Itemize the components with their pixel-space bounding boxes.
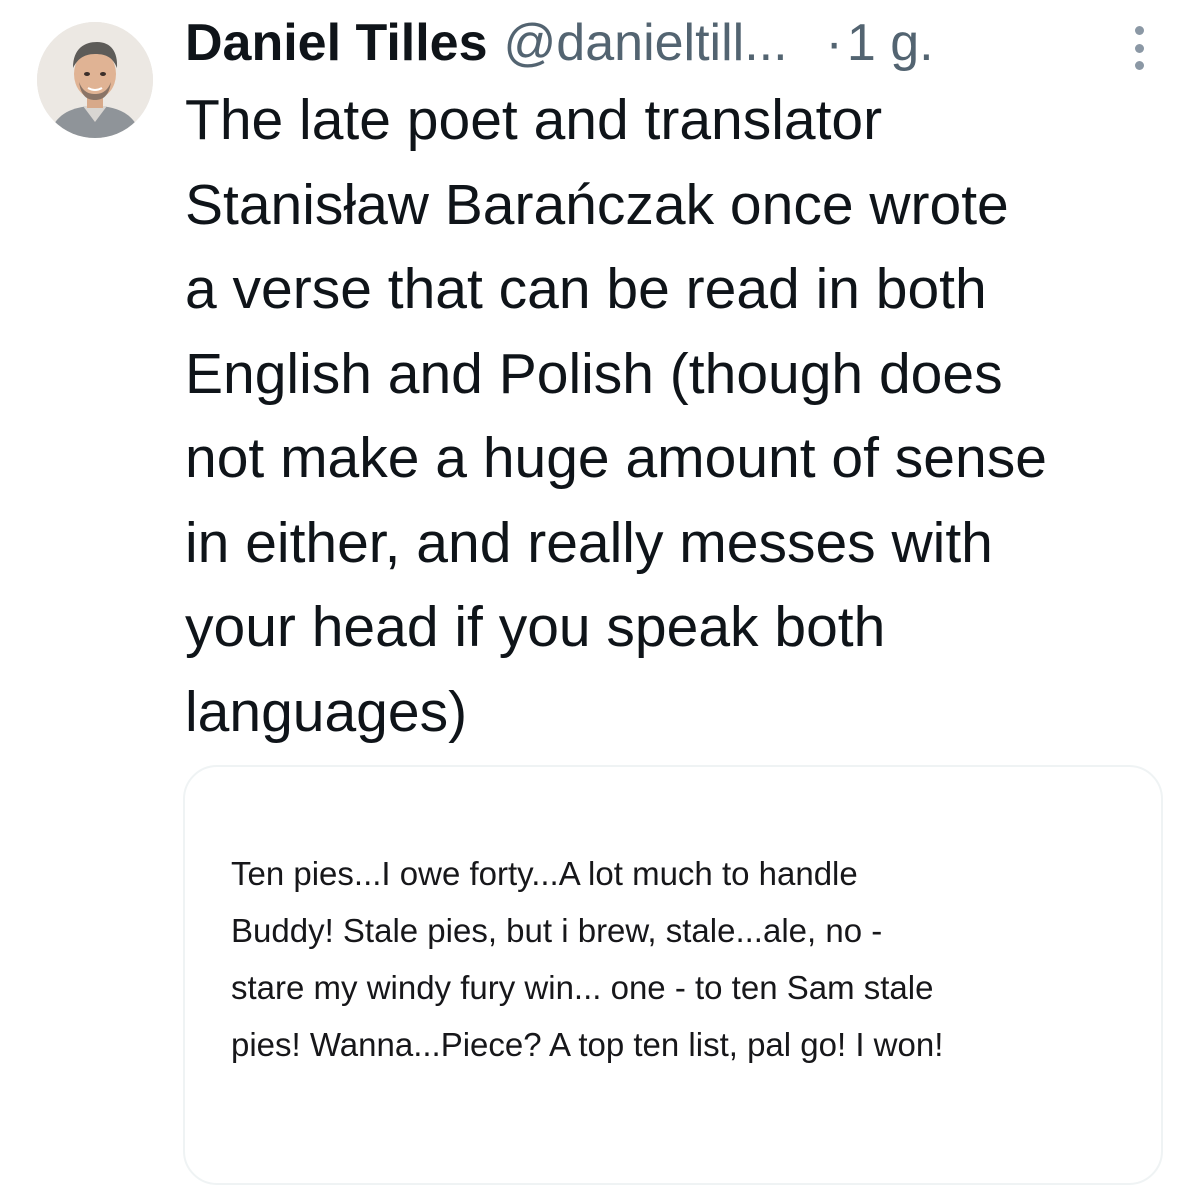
media-text-line: Ten pies...I owe forty...A lot much to h… — [231, 855, 858, 892]
avatar[interactable] — [37, 22, 153, 138]
separator-dot: · — [825, 14, 843, 72]
more-dot — [1134, 61, 1144, 70]
author-handle[interactable]: @danieltill... — [504, 8, 788, 78]
more-dot — [1134, 26, 1144, 35]
tweet-text-line: your head if you speak both — [185, 595, 886, 659]
timestamp[interactable]: 1 g. — [847, 8, 934, 78]
tweet-header: Daniel Tilles @danieltill... · 1 g. — [185, 8, 934, 78]
tweet-text-line: languages) — [185, 679, 468, 744]
author-name[interactable]: Daniel Tilles — [185, 8, 488, 78]
more-dot — [1134, 43, 1144, 53]
media-text-line: pies! Wanna...Piece? A top ten list, pal… — [231, 1026, 944, 1063]
more-vertical-icon[interactable] — [1127, 26, 1151, 70]
avatar-photo — [37, 22, 153, 138]
tweet-text-line: not make a huge amount of sense — [185, 426, 1047, 490]
media-text: Ten pies...I owe forty...A lot much to h… — [231, 845, 943, 1073]
media-card[interactable]: Ten pies...I owe forty...A lot much to h… — [183, 765, 1163, 1185]
tweet-text-line: a verse that can be read in both — [185, 257, 987, 321]
tweet-text-line: English and Polish (though does — [185, 341, 1003, 406]
tweet-text-line: in either, and really messes with — [185, 510, 993, 575]
media-text-line: Buddy! Stale pies, but i brew, stale...a… — [231, 912, 883, 949]
tweet-text: The late poet and translator Stanisław B… — [185, 78, 1185, 754]
tweet-text-line: Stanisław Barańczak once wrote — [185, 172, 1009, 237]
tweet-text-line: The late poet and translator — [185, 88, 883, 152]
media-text-line: stare my windy fury win... one - to ten … — [231, 969, 934, 1006]
